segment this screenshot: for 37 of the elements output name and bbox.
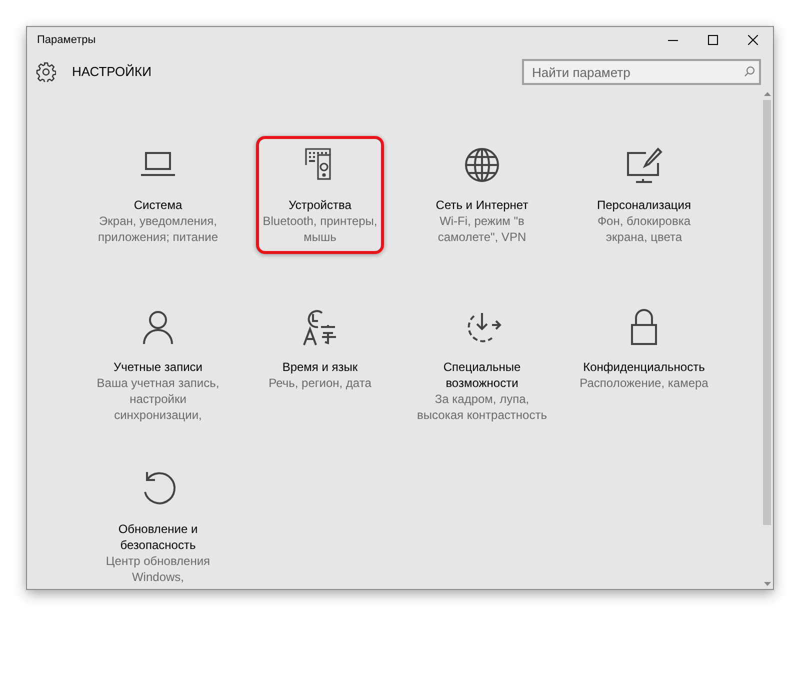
tile-description: Ваша учетная запись, настройки синхронизации, (96, 375, 220, 423)
settings-tile[interactable]: Обновление и безопасность Центр обновления Windows, (98, 460, 218, 594)
tile-title: Конфиденциальность (583, 359, 705, 375)
settings-tile[interactable]: Устройства Bluetooth, принтеры, мышь (256, 136, 384, 254)
tile-title: Учетные записи (114, 359, 202, 375)
tile-title: Сеть и Интернет (436, 197, 528, 213)
tile-description: Wi-Fi, режим "в самолете", VPN (438, 213, 526, 245)
settings-tile[interactable]: Специальные возможности За кадром, лупа, высокая контрастность (410, 298, 554, 432)
settings-tile[interactable]: Учетные записи Ваша учетная запись, настройки синхронизации, (90, 298, 226, 432)
tile-description: Центр обновления Windows, (106, 553, 210, 585)
settings-icon[interactable] (36, 62, 56, 82)
settings-tile[interactable]: Время и язык Речь, регион, дата (262, 298, 378, 400)
tile-title: Обновление и безопасность (118, 521, 198, 553)
settings-tile[interactable]: Конфиденциальность Расположение, камера (572, 298, 716, 400)
tile-title: Персонализация (596, 197, 692, 213)
tile-title: Система (134, 197, 182, 213)
scroll-thumb[interactable] (763, 100, 771, 525)
search-icon (744, 66, 755, 77)
scroll-down-icon[interactable] (764, 582, 770, 587)
tile-description: За кадром, лупа, высокая контрастность (417, 391, 547, 423)
settings-tile[interactable]: Система Экран, уведомления, приложения; питание (91, 136, 225, 254)
tile-description: Фон, блокировка экрана, цвета (597, 213, 691, 245)
settings-tile[interactable]: Сеть и Интернет Wi-Fi, режим "в самолете", VPN (428, 136, 536, 254)
tile-description: Речь, регион, дата (268, 375, 372, 391)
search-field[interactable]: Найти параметр (522, 59, 761, 85)
close-icon (748, 35, 758, 45)
tile-title: Специальные возможности (443, 359, 521, 391)
tile-description: Расположение, камера (580, 375, 708, 391)
scroll-up-icon[interactable] (764, 91, 770, 96)
window-title: Параметры (37, 32, 96, 48)
tile-title: Устройства (288, 197, 352, 213)
tile-title: Время и язык (282, 359, 358, 375)
page-title: НАСТРОЙКИ (72, 63, 152, 82)
maximize-icon (708, 35, 718, 45)
tile-description: Bluetooth, принтеры, мышь (262, 213, 378, 245)
tile-description: Экран, уведомления, приложения; питание (98, 213, 218, 245)
settings-tile[interactable]: Персонализация Фон, блокировка экрана, цвета (590, 136, 698, 254)
